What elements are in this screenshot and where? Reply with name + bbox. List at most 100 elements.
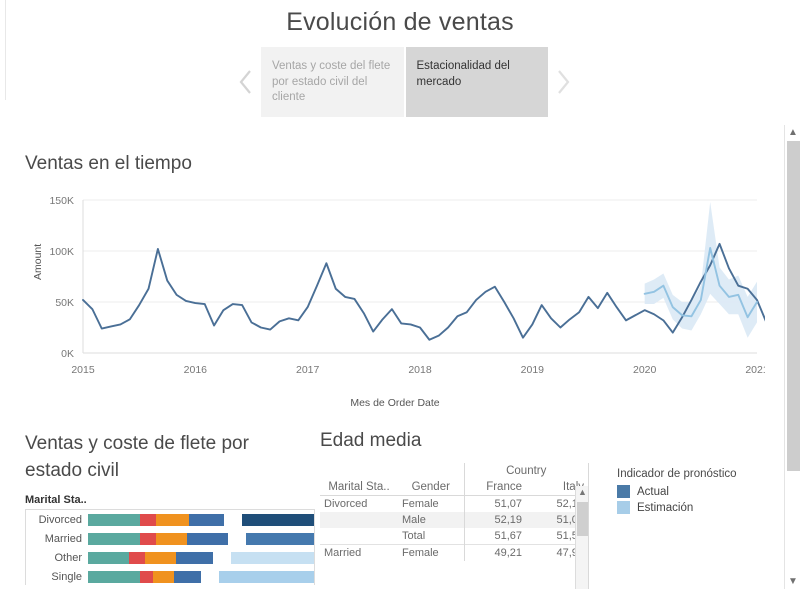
cell-france: 52,19	[463, 512, 526, 528]
ventas-en-el-tiempo-chart[interactable]: Amount Mes de Order Date 0K 50K 100K 150K 20…	[25, 186, 765, 411]
bar-segment	[139, 532, 156, 545]
stacked-bar	[88, 570, 201, 583]
stacked-bar	[88, 513, 224, 526]
svg-text:50K: 50K	[55, 297, 74, 309]
svg-text:0K: 0K	[61, 348, 74, 360]
table-row[interactable]: Married Female 49,21 47,93	[320, 544, 588, 561]
header-divider	[0, 124, 784, 125]
caret-down-icon[interactable]: ▼	[785, 574, 800, 589]
legend-swatch-estimacion	[617, 501, 630, 514]
caret-up-icon[interactable]: ▲	[576, 487, 589, 498]
table-scroll-thumb[interactable]	[577, 502, 588, 536]
caret-up-icon[interactable]: ▲	[785, 125, 800, 140]
cell-marital-status	[320, 512, 398, 528]
cell-marital-status: Married	[320, 544, 398, 561]
svg-text:2020: 2020	[633, 364, 657, 376]
svg-text:150K: 150K	[49, 195, 74, 207]
cell-gender: Total	[402, 530, 426, 542]
stacked-bar	[88, 532, 229, 545]
svg-text:2015: 2015	[71, 364, 95, 376]
spacer-cell	[398, 463, 464, 479]
bar-segment	[187, 532, 229, 545]
bar-segment	[155, 532, 188, 545]
chevron-right-icon[interactable]	[549, 47, 577, 117]
page-vertical-scrollbar[interactable]: ▲ ▼	[784, 125, 800, 589]
x-axis-label: Mes de Order Date	[350, 397, 440, 409]
table-edad-media: Country Marital Sta.. Gender France Ital…	[320, 463, 588, 561]
ventas-flete-bar-chart[interactable]: Marital Sta.. Divorced Married Other Single	[25, 494, 315, 589]
bar-segment	[176, 551, 214, 564]
section-title-ventas-en-el-tiempo: Ventas en el tiempo	[25, 153, 192, 174]
header-marital-status[interactable]: Marital Sta..	[320, 479, 398, 496]
cell-marital-status	[320, 528, 398, 545]
table-row[interactable]: Divorced Female 51,07 52,13	[320, 495, 588, 512]
bar-chart-plot: Divorced Married Other Single	[25, 509, 315, 585]
legend-item-actual[interactable]: Actual	[617, 485, 767, 498]
legend-label-actual: Actual	[637, 485, 669, 498]
spacer-cell	[320, 463, 398, 479]
bar-segment	[88, 532, 140, 545]
forecast-indicator-legend: Indicador de pronóstico Actual Estimació…	[617, 468, 767, 517]
stacked-bar	[88, 551, 214, 564]
section-title-ventas-coste-flete: Ventas y coste de flete por estado civil	[25, 433, 249, 481]
bar-chart-field-label: Marital Sta..	[25, 494, 87, 506]
bar-chart-row[interactable]: Married	[26, 529, 314, 548]
bar-segment	[153, 570, 174, 583]
bar-segment	[139, 570, 154, 583]
bar-segment	[88, 551, 129, 564]
page-scroll-thumb[interactable]	[787, 141, 800, 471]
total-bar	[241, 513, 314, 526]
legend-title: Indicador de pronóstico	[617, 468, 737, 480]
total-bar	[218, 570, 314, 583]
table-header-country-row: Country	[320, 463, 588, 479]
cell-gender: Female	[398, 495, 464, 512]
total-bar	[246, 532, 314, 545]
bar-chart-row[interactable]: Other	[26, 548, 314, 567]
cell-france: 49,21	[463, 544, 526, 561]
edad-media-table[interactable]: Country Marital Sta.. Gender France Ital…	[320, 463, 605, 589]
cell-gender: Female	[398, 544, 464, 561]
tab-estacionalidad-mercado[interactable]: Estacionalidad del mercado	[405, 47, 548, 117]
table-header-row: Marital Sta.. Gender France Italy	[320, 479, 588, 496]
cell-france: 51,67	[463, 528, 526, 545]
tab-navigator: Ventas y coste del flete por estado civi…	[232, 47, 577, 117]
cell-marital-status: Divorced	[320, 495, 398, 512]
legend-label-estimacion: Estimación	[637, 501, 694, 514]
svg-text:100K: 100K	[49, 246, 74, 258]
cell-france: 51,07	[463, 495, 526, 512]
bar-row-label: Divorced	[38, 513, 82, 526]
bar-chart-row[interactable]: Divorced	[26, 510, 314, 529]
time-series-plot: 0K 50K 100K 150K 2015 2016 2017 2018 2019 2020 202…	[49, 195, 765, 376]
legend-item-estimacion[interactable]: Estimación	[617, 501, 767, 514]
table-right-divider	[588, 463, 589, 589]
bar-segment	[88, 513, 140, 526]
table-row[interactable]: Male 52,19 51,08	[320, 512, 588, 528]
bar-segment	[128, 551, 146, 564]
bar-segment	[173, 570, 201, 583]
legend-swatch-actual	[617, 485, 630, 498]
tab-ventas-coste-flete[interactable]: Ventas y coste del flete por estado civi…	[261, 47, 404, 117]
bar-segment	[188, 513, 224, 526]
section-title-edad-media: Edad media	[320, 430, 422, 451]
header-gender[interactable]: Gender	[398, 479, 464, 496]
bar-segment	[139, 513, 156, 526]
bar-row-label: Single	[51, 570, 82, 583]
table-row[interactable]: Total 51,67 51,54	[320, 528, 588, 545]
bar-chart-row[interactable]: Single	[26, 567, 314, 585]
bar-segment	[145, 551, 177, 564]
dashboard: Evolución de ventas Ventas y coste del f…	[0, 0, 800, 589]
bar-segment	[155, 513, 189, 526]
total-bar	[231, 551, 314, 564]
svg-text:2016: 2016	[184, 364, 208, 376]
header-france[interactable]: France	[463, 479, 526, 496]
bar-segment	[88, 570, 140, 583]
table-vertical-scrollbar[interactable]: ▲	[575, 486, 588, 589]
svg-text:2021: 2021	[745, 364, 765, 376]
chevron-left-icon[interactable]	[232, 47, 260, 117]
svg-text:2019: 2019	[521, 364, 545, 376]
page-title: Evolución de ventas	[286, 8, 514, 36]
svg-text:2017: 2017	[296, 364, 320, 376]
header-country: Country	[463, 463, 588, 479]
bar-row-label: Other	[54, 551, 82, 564]
bar-row-label: Married	[44, 532, 82, 545]
